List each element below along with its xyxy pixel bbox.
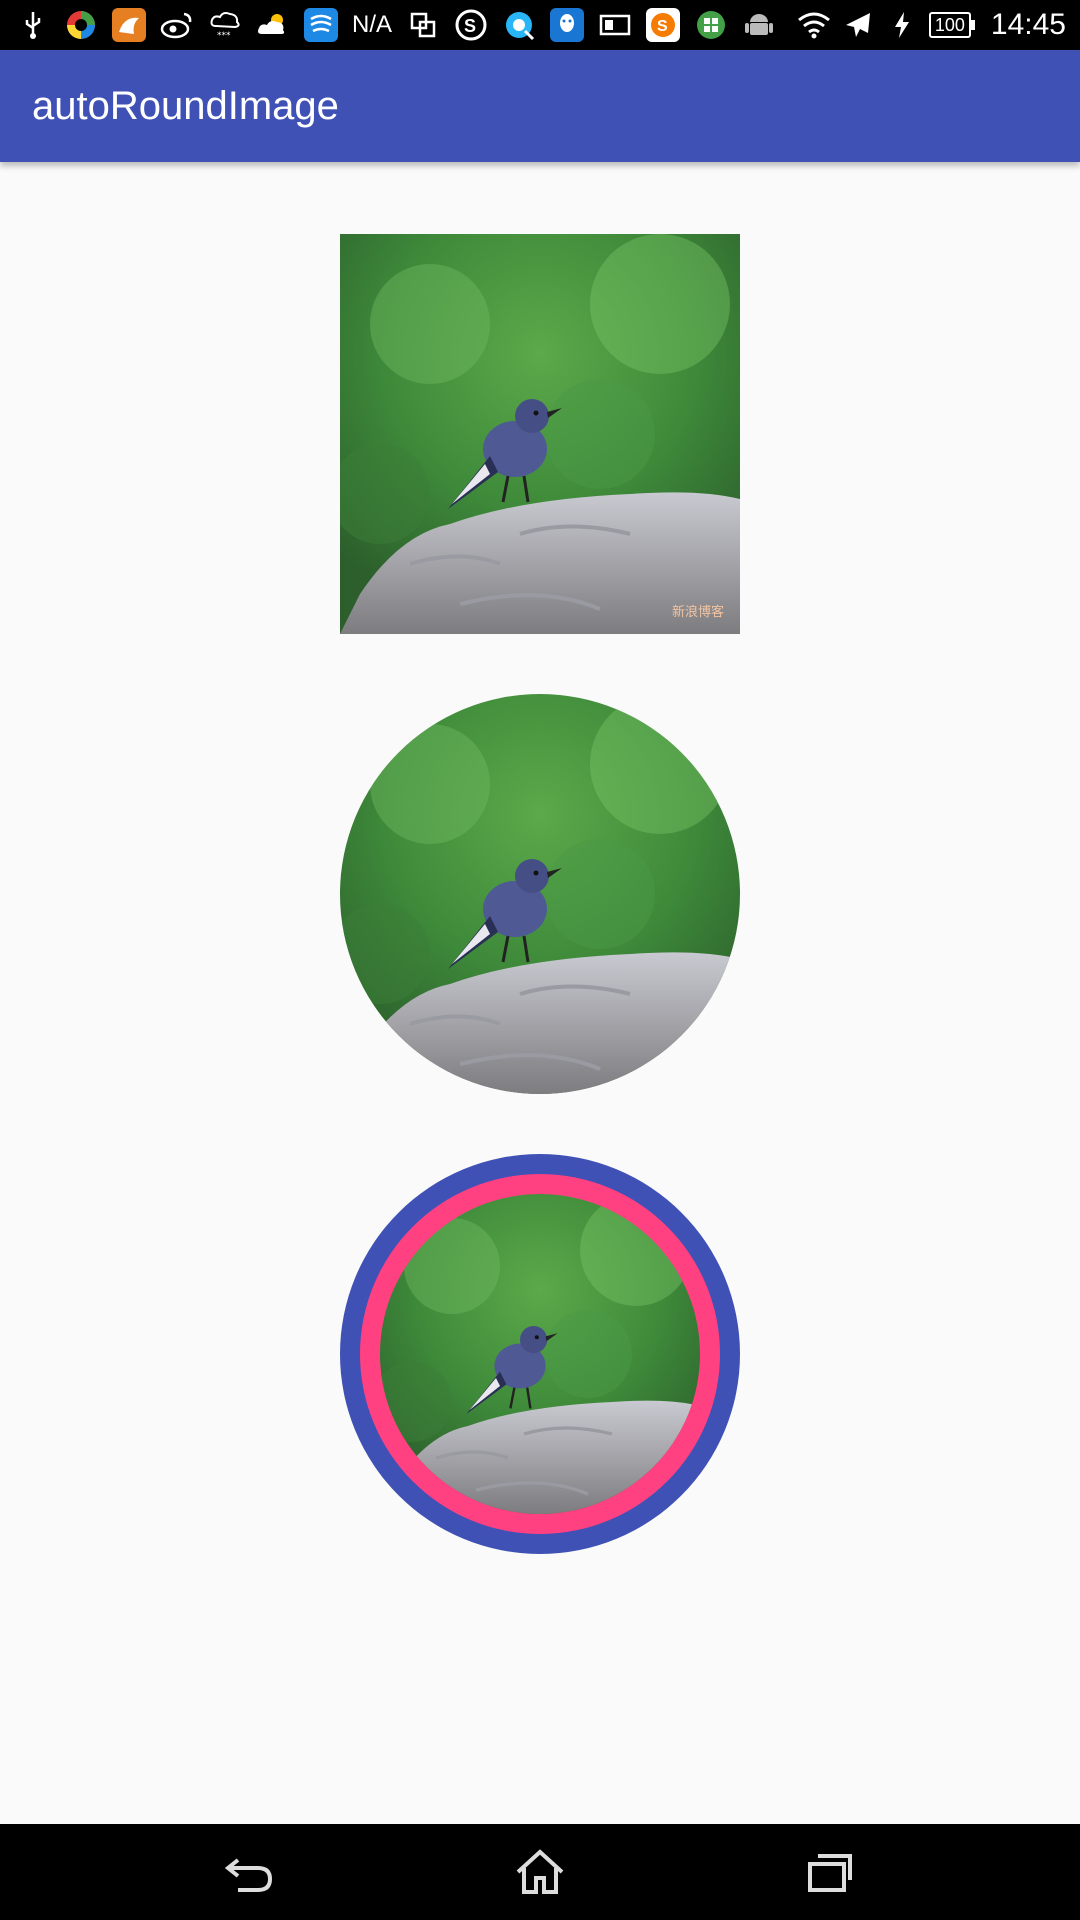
color-wheel-icon — [64, 8, 98, 42]
svg-text:S: S — [464, 16, 476, 36]
battery-icon: 100 — [928, 12, 975, 38]
recent-apps-button[interactable] — [800, 1842, 860, 1902]
status-bar: *** N/A S S 100 14:45 — [0, 0, 1080, 50]
svg-text:***: *** — [217, 31, 231, 40]
android-icon — [742, 8, 776, 42]
chat-app-icon — [304, 8, 338, 42]
bird-photo: 新浪博客 — [340, 234, 740, 634]
green-app-icon — [694, 8, 728, 42]
back-icon — [224, 1858, 273, 1892]
svg-text:S: S — [657, 18, 668, 35]
status-right-icons: 100 14:45 — [797, 0, 1066, 50]
charging-icon — [885, 8, 919, 42]
bird-photo-round — [340, 694, 740, 1094]
inner-border-ring — [360, 1174, 720, 1534]
sogou-input-icon: S — [646, 8, 681, 42]
screenshot-icon — [406, 8, 440, 42]
wifi-icon — [797, 8, 831, 42]
weibo-icon — [160, 8, 194, 42]
app-icon — [112, 8, 146, 42]
square-image: 新浪博客 — [340, 234, 740, 634]
round-image — [340, 694, 740, 1094]
usb-icon — [16, 8, 50, 42]
home-icon — [516, 1849, 564, 1894]
sogou-icon: S — [454, 8, 488, 42]
back-button[interactable] — [220, 1842, 280, 1902]
clock: 14:45 — [990, 8, 1066, 41]
navigation-bar — [0, 1824, 1080, 1920]
bird-photo-bordered — [380, 1194, 700, 1514]
partly-cloudy-icon — [256, 8, 290, 42]
app-title: autoRoundImage — [32, 84, 339, 128]
browser-icon — [502, 8, 536, 42]
qq-icon — [550, 8, 585, 42]
screen: *** N/A S S 100 14:45 autoRoundImage 新浪博… — [0, 0, 1080, 1920]
bordered-photo-clip — [380, 1194, 700, 1514]
recent-apps-icon — [808, 1854, 852, 1892]
app-bar: autoRoundImage — [0, 50, 1080, 162]
home-button[interactable] — [510, 1842, 570, 1902]
network-status-text: N/A — [352, 11, 393, 38]
airplane-icon — [841, 8, 875, 42]
snow-cloud-icon: *** — [208, 8, 242, 42]
status-left-icons: *** N/A S S — [16, 0, 776, 50]
watermark: 新浪博客 — [672, 604, 724, 620]
card-icon — [598, 8, 632, 42]
battery-level: 100 — [934, 14, 965, 35]
bordered-round-image — [340, 1154, 740, 1554]
